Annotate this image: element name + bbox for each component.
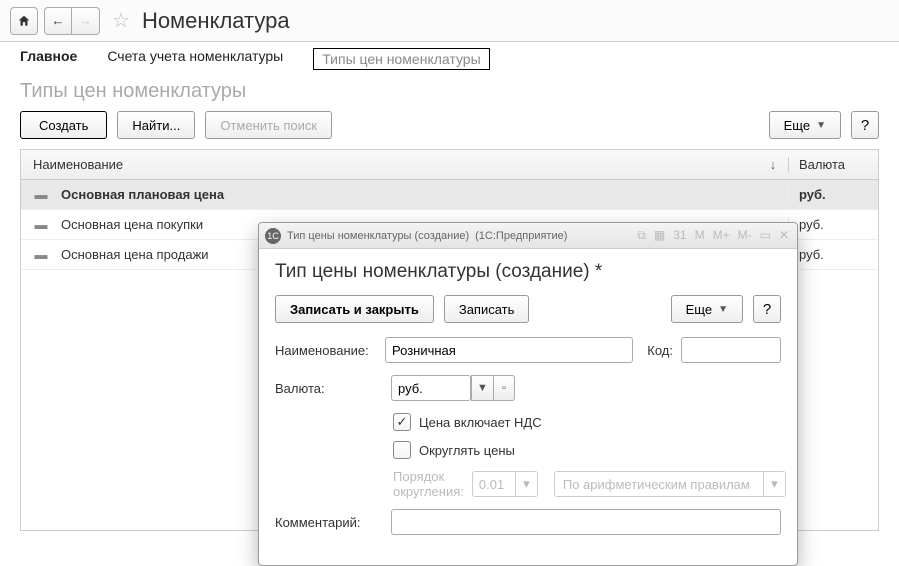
dialog-help-button[interactable]: ? <box>753 295 781 323</box>
chevron-down-icon: ▼ <box>718 304 728 315</box>
name-input[interactable] <box>385 337 633 363</box>
calc-icon[interactable]: ▦ <box>652 228 667 243</box>
close-icon[interactable]: ✕ <box>777 228 791 243</box>
action-row: Создать Найти... Отменить поиск Еще ▼ ? <box>0 111 899 149</box>
tab-price-types[interactable]: Типы цен номенклатуры <box>313 48 489 70</box>
favorite-icon[interactable]: ☆ <box>112 8 130 33</box>
arrow-right-icon: → <box>79 13 92 28</box>
chevron-down-icon: ▼ <box>477 382 488 394</box>
code-input[interactable] <box>681 337 781 363</box>
find-button[interactable]: Найти... <box>117 111 195 139</box>
dialog-body: Тип цены номенклатуры (создание) * Запис… <box>259 249 797 565</box>
help-button[interactable]: ? <box>851 111 879 139</box>
tool-icon[interactable]: ⧉ <box>635 228 648 243</box>
round-order-label: Порядок округления: <box>393 469 464 499</box>
calendar-icon[interactable]: 31 <box>671 228 688 243</box>
tabs-row: Главное Счета учета номенклатуры Типы це… <box>0 42 899 80</box>
create-button[interactable]: Создать <box>20 111 107 139</box>
dialog-more-button[interactable]: Еще ▼ <box>671 295 743 323</box>
dialog-titlebar[interactable]: 1C Тип цены номенклатуры (создание) (1С:… <box>259 223 797 249</box>
vat-checkbox[interactable] <box>393 413 411 431</box>
tab-accounts[interactable]: Счета учета номенклатуры <box>107 48 283 70</box>
more-label: Еще <box>784 118 810 133</box>
nav-history: ← → <box>44 7 100 35</box>
vat-label: Цена включает НДС <box>419 415 542 430</box>
currency-label: Валюта: <box>275 381 383 396</box>
currency-select-button[interactable]: ▫ <box>493 375 515 401</box>
save-button[interactable]: Записать <box>444 295 530 323</box>
comment-input[interactable] <box>391 509 781 535</box>
arrow-left-icon: ← <box>52 13 65 28</box>
top-toolbar: ← → ☆ Номенклатура <box>0 0 899 42</box>
chevron-down-icon: ▾ <box>523 476 530 492</box>
sort-indicator[interactable]: ↓ <box>758 157 788 172</box>
dialog-more-label: Еще <box>686 302 712 317</box>
row-currency: руб. <box>788 187 878 202</box>
row-bullet-icon: ▬ <box>21 187 61 202</box>
home-button[interactable] <box>10 7 38 35</box>
table-row[interactable]: ▬ Основная плановая цена руб. <box>21 180 878 210</box>
forward-button[interactable]: → <box>72 7 100 35</box>
comment-label: Комментарий: <box>275 515 383 530</box>
m-icon[interactable]: M <box>693 228 707 243</box>
cancel-search-button[interactable]: Отменить поиск <box>205 111 332 139</box>
oneC-icon: 1C <box>265 228 281 244</box>
section-title: Типы цен номенклатуры <box>0 80 899 111</box>
name-label: Наименование: <box>275 343 377 358</box>
round-rule-field: По арифметическим правилам <box>554 471 764 497</box>
row-bullet-icon: ▬ <box>21 247 61 262</box>
dialog-window-title: Тип цены номенклатуры (создание) <box>287 230 469 242</box>
back-button[interactable]: ← <box>44 7 72 35</box>
page-title: Номенклатура <box>142 8 290 34</box>
col-header-name[interactable]: Наименование <box>21 157 758 172</box>
select-icon: ▫ <box>502 382 506 394</box>
round-value-field: 0.01 <box>472 471 516 497</box>
row-currency: руб. <box>788 217 878 232</box>
table-header: Наименование ↓ Валюта <box>21 150 878 180</box>
create-price-type-dialog: 1C Тип цены номенклатуры (создание) (1С:… <box>258 222 798 566</box>
row-name: Основная плановая цена <box>61 187 788 202</box>
round-rule-dropdown: ▾ <box>764 471 786 497</box>
round-checkbox[interactable] <box>393 441 411 459</box>
more-button[interactable]: Еще ▼ <box>769 111 841 139</box>
col-header-currency[interactable]: Валюта <box>788 157 878 172</box>
m-minus-icon[interactable]: M- <box>736 228 754 243</box>
code-label: Код: <box>647 343 673 358</box>
row-bullet-icon: ▬ <box>21 217 61 232</box>
home-icon <box>17 14 31 28</box>
dialog-heading: Тип цены номенклатуры (создание) * <box>275 261 781 283</box>
row-currency: руб. <box>788 247 878 262</box>
currency-input[interactable] <box>391 375 471 401</box>
round-label: Округлять цены <box>419 443 515 458</box>
m-plus-icon[interactable]: M+ <box>711 228 732 243</box>
save-and-close-button[interactable]: Записать и закрыть <box>275 295 434 323</box>
tab-main[interactable]: Главное <box>20 48 77 70</box>
round-value-dropdown: ▾ <box>516 471 538 497</box>
dialog-window-subtitle: (1С:Предприятие) <box>475 230 567 242</box>
currency-dropdown-button[interactable]: ▼ <box>471 375 493 401</box>
chevron-down-icon: ▼ <box>816 120 826 131</box>
minimize-icon[interactable]: ▭ <box>758 228 773 243</box>
chevron-down-icon: ▾ <box>771 476 778 492</box>
